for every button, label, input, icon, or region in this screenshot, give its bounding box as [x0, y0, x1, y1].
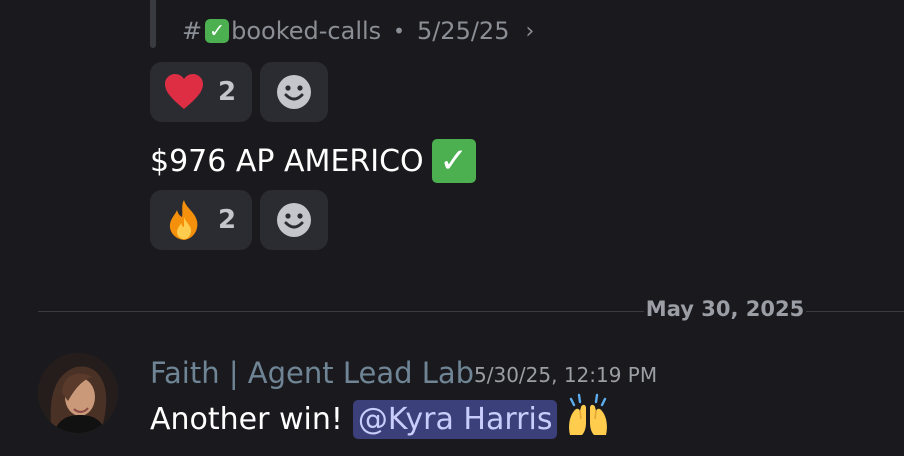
channel-name: booked-calls: [231, 17, 382, 45]
reaction-fire[interactable]: 2: [150, 190, 253, 250]
message-one: $976 AP AMERICO ✓: [150, 139, 476, 183]
separator-dot: •: [393, 19, 405, 43]
message-two: Another win! @Kyra Harris: [150, 393, 611, 445]
forwarded-date: 5/25/25: [416, 17, 510, 45]
date-divider: May 30, 2025: [645, 297, 805, 321]
add-reaction-button[interactable]: [260, 190, 329, 250]
smiley-add-icon: [277, 75, 312, 109]
channel-hash: #: [182, 17, 203, 45]
forward-quote-bar: [150, 0, 156, 48]
reaction-count: 2: [218, 205, 237, 235]
raising-hands-icon: [565, 393, 611, 445]
user-mention[interactable]: @Kyra Harris: [352, 399, 558, 439]
red-heart-icon: [165, 74, 203, 109]
message-one-text: $976 AP AMERICO: [150, 143, 424, 179]
divider-line: [806, 311, 904, 312]
reaction-count: 2: [218, 77, 237, 107]
chat-view: # ✓ booked-calls • 5/25/25 › 2 $976 AP A…: [0, 0, 904, 456]
avatar[interactable]: [38, 353, 118, 433]
message-two-text: Another win!: [150, 401, 343, 437]
message-author[interactable]: Faith | Agent Lead Lab: [150, 356, 474, 390]
white-check-mark-icon: ✓: [431, 139, 476, 183]
reactions-row: 2: [150, 62, 329, 122]
divider-line: [38, 311, 644, 312]
reactions-row: 2: [150, 190, 329, 250]
reaction-heart[interactable]: 2: [150, 62, 253, 122]
message-timestamp: 5/30/25, 12:19 PM: [474, 363, 658, 387]
forwarded-channel-link[interactable]: # ✓ booked-calls • 5/25/25 ›: [182, 14, 534, 48]
smiley-add-icon: [277, 203, 312, 237]
chevron-right-icon: ›: [525, 18, 535, 44]
user-avatar-image: [38, 353, 118, 433]
fire-icon: [169, 200, 198, 240]
white-check-mark-icon: ✓: [205, 19, 230, 43]
add-reaction-button[interactable]: [260, 62, 329, 122]
